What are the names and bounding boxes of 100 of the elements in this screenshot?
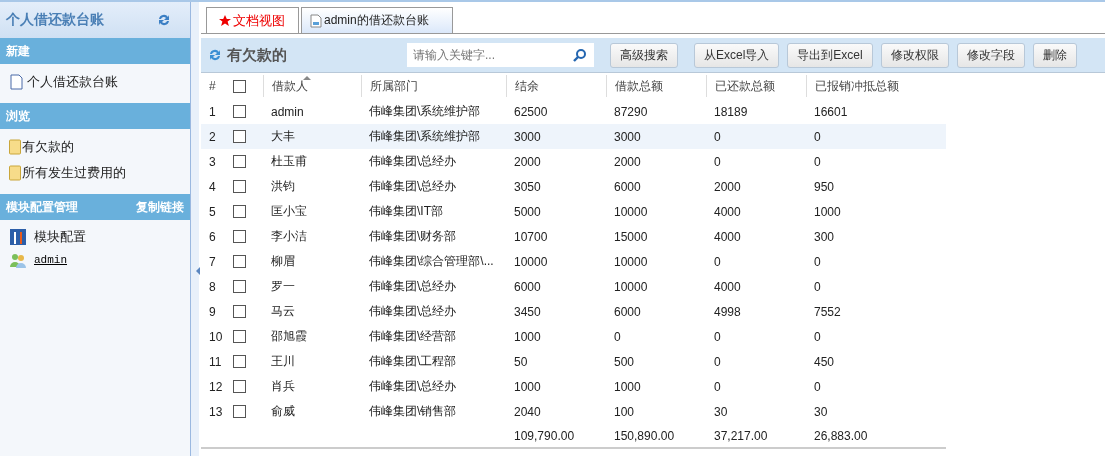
sidebar-item[interactable]: 有欠款的 bbox=[22, 138, 74, 156]
total-cell-text: 37,217.00 bbox=[713, 428, 769, 443]
toolbar-button[interactable]: 导出到Excel bbox=[787, 42, 873, 68]
table-cell-text: 0 bbox=[813, 279, 822, 294]
table-cell-text: 罗一 bbox=[270, 278, 296, 295]
column-header[interactable]: 借款总额 bbox=[606, 75, 706, 97]
table-cell-text: 0 bbox=[813, 129, 822, 144]
table-cell-text: 2 bbox=[208, 129, 217, 144]
search-icon[interactable] bbox=[573, 48, 587, 62]
table-cell-text: 伟峰集团\经营部 bbox=[368, 328, 458, 345]
row-checkbox[interactable] bbox=[233, 405, 246, 418]
table-cell-text: 0 bbox=[713, 329, 722, 344]
row-checkbox[interactable] bbox=[233, 255, 246, 268]
table-cell-text: 6000 bbox=[613, 179, 642, 194]
table-cell-text: 6000 bbox=[613, 304, 642, 319]
table-cell-text: 4 bbox=[208, 179, 217, 194]
select-all-checkbox[interactable] bbox=[233, 79, 246, 93]
table-cell-text: 0 bbox=[713, 154, 722, 169]
table-cell-text: 伟峰集团\总经办 bbox=[368, 178, 458, 195]
row-checkbox[interactable] bbox=[233, 355, 246, 368]
row-checkbox[interactable] bbox=[233, 205, 246, 218]
table-cell-text: 伟峰集团\系统维护部 bbox=[368, 128, 482, 145]
toolbar-button[interactable]: 高级搜索 bbox=[610, 42, 678, 68]
row-checkbox[interactable] bbox=[233, 280, 246, 293]
table-cell-text: 3 bbox=[208, 154, 217, 169]
table-cell-text: 李小洁 bbox=[270, 228, 308, 245]
sidebar-item[interactable]: 模块配置 bbox=[34, 227, 86, 246]
table-cell-text: 3450 bbox=[513, 304, 542, 319]
table-cell-text: 王川 bbox=[270, 353, 296, 370]
table-cell-text: 4000 bbox=[713, 279, 742, 294]
table-cell-text: 10000 bbox=[613, 204, 649, 219]
table-cell-text: 500 bbox=[613, 354, 636, 369]
table-cell-text: 4000 bbox=[713, 229, 742, 244]
row-checkbox[interactable] bbox=[233, 230, 246, 243]
table-cell-text: 1000 bbox=[513, 379, 542, 394]
table-cell-text: 1 bbox=[208, 104, 217, 119]
row-checkbox[interactable] bbox=[233, 105, 246, 118]
table-cell-text: 10000 bbox=[513, 254, 549, 269]
row-checkbox[interactable] bbox=[233, 305, 246, 318]
table-cell-text: 肖兵 bbox=[270, 378, 296, 395]
row-checkbox[interactable] bbox=[233, 380, 246, 393]
table-cell-text: 0 bbox=[813, 329, 822, 344]
tab[interactable]: admin的借还款台账 bbox=[301, 7, 453, 33]
row-checkbox[interactable] bbox=[233, 130, 246, 143]
refresh-icon[interactable] bbox=[207, 47, 223, 63]
table-cell-text: 87290 bbox=[613, 104, 649, 119]
sidebar-item[interactable]: admin bbox=[34, 253, 67, 266]
table-cell-text: 50 bbox=[513, 354, 529, 369]
sidebar-item[interactable]: 个人借还款台账 bbox=[27, 73, 118, 91]
row-checkbox[interactable] bbox=[233, 330, 246, 343]
table-cell-text: 10 bbox=[208, 329, 224, 344]
table-cell-text: 伟峰集团\总经办 bbox=[368, 378, 458, 395]
table-cell-text: 0 bbox=[713, 254, 722, 269]
toolbar-button[interactable]: 修改权限 bbox=[880, 42, 949, 68]
table-cell-text: 俞威 bbox=[270, 403, 296, 420]
toolbar-button[interactable]: 修改字段 bbox=[956, 42, 1025, 68]
table-cell-text: 杜玉甫 bbox=[270, 153, 308, 170]
table-cell-text: 伟峰集团\销售部 bbox=[368, 403, 458, 420]
column-header[interactable]: 已还款总额 bbox=[706, 75, 806, 97]
row-checkbox[interactable] bbox=[233, 180, 246, 193]
table-cell-text: 8 bbox=[208, 279, 217, 294]
table-cell-text: 柳眉 bbox=[270, 253, 296, 270]
sidebar-title: 个人借还款台账 bbox=[6, 11, 104, 29]
table-cell-text: 7552 bbox=[813, 304, 842, 319]
column-header[interactable]: 已报销冲抵总额 bbox=[806, 75, 946, 97]
tools-icon bbox=[10, 228, 26, 245]
table-cell-text: 伟峰集团\财务部 bbox=[368, 228, 458, 245]
column-header[interactable]: # bbox=[201, 75, 233, 97]
table-cell-text: 6 bbox=[208, 229, 217, 244]
refresh-icon[interactable] bbox=[156, 12, 172, 28]
table-cell-text: 5 bbox=[208, 204, 217, 219]
search-field[interactable]: 请输入关键字... bbox=[407, 43, 594, 67]
table-cell-text: 7 bbox=[208, 254, 217, 269]
table-cell-text: 1000 bbox=[513, 329, 542, 344]
table-cell-text: 伟峰集团\IT部 bbox=[368, 203, 444, 220]
table-cell-text: admin bbox=[270, 104, 305, 119]
toolbar-button[interactable]: 删除 bbox=[1032, 42, 1077, 68]
view-title: 有欠款的 bbox=[227, 45, 288, 65]
table-cell-text: 匡小宝 bbox=[270, 203, 308, 220]
table-cell-text: 5000 bbox=[513, 204, 542, 219]
table-cell-text: 0 bbox=[713, 379, 722, 394]
table-cell-text: 15000 bbox=[613, 229, 649, 244]
table-cell-text: 4998 bbox=[713, 304, 742, 319]
table-cell-text: 12 bbox=[208, 379, 224, 394]
table-cell-text: 0 bbox=[813, 154, 822, 169]
table-cell-text: 30 bbox=[713, 404, 729, 419]
row-checkbox[interactable] bbox=[233, 155, 246, 168]
column-header[interactable]: 借款人 bbox=[263, 75, 361, 97]
tab[interactable]: 文档视图 bbox=[206, 7, 299, 33]
table-cell-text: 2000 bbox=[613, 154, 642, 169]
total-cell-text: 26,883.00 bbox=[813, 428, 869, 443]
column-header[interactable]: 结余 bbox=[506, 75, 606, 97]
table-cell-text: 2000 bbox=[513, 154, 542, 169]
table-cell-text: 0 bbox=[713, 129, 722, 144]
folder-icon bbox=[9, 139, 21, 155]
table-cell-text: 0 bbox=[613, 329, 622, 344]
toolbar-button[interactable]: 从Excel导入 bbox=[694, 42, 780, 68]
table-cell-text: 大丰 bbox=[270, 128, 296, 145]
column-header[interactable]: 所属部门 bbox=[361, 75, 506, 97]
sidebar-item[interactable]: 所有发生过费用的 bbox=[22, 164, 126, 182]
